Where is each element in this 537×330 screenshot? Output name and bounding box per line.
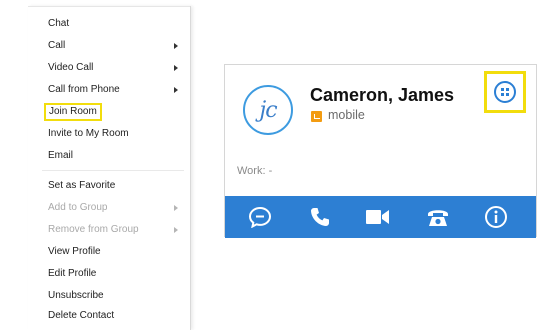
menu-top-border: [28, 6, 190, 7]
submenu-arrow-icon: [174, 87, 178, 93]
menu-item-chat[interactable]: Chat: [48, 16, 69, 32]
menu-item-video-call[interactable]: Video Call: [48, 60, 93, 76]
submenu-arrow-icon: [174, 205, 178, 211]
work-phone-label: Work: -: [237, 165, 273, 177]
contact-context-menu: Chat Call Video Call Call from Phone Joi…: [28, 6, 191, 330]
submenu-arrow-icon: [174, 227, 178, 233]
menu-item-view-profile[interactable]: View Profile: [48, 244, 101, 260]
menu-separator: [42, 170, 184, 171]
presence-status-text: mobile: [328, 108, 365, 122]
menu-item-call[interactable]: Call: [48, 38, 65, 54]
contact-card: jc Cameron, James mobile Work: -: [224, 64, 537, 238]
menu-item-unsubscribe[interactable]: Unsubscribe: [48, 288, 104, 304]
avatar[interactable]: jc: [243, 85, 293, 135]
chat-icon[interactable]: [247, 205, 273, 229]
menu-item-remove-from-group: Remove from Group: [48, 224, 139, 235]
contact-action-bar: [225, 196, 536, 238]
phone-icon[interactable]: [307, 205, 333, 229]
organization-button[interactable]: [484, 71, 526, 113]
menu-item-email[interactable]: Email: [48, 148, 73, 164]
menu-item-edit-profile[interactable]: Edit Profile: [48, 266, 96, 282]
avatar-initials: jc: [259, 97, 277, 123]
menu-item-set-as-favorite[interactable]: Set as Favorite: [48, 178, 115, 194]
presence-status-icon: [311, 111, 322, 122]
submenu-arrow-icon: [174, 43, 178, 49]
submenu-arrow-icon: [174, 65, 178, 71]
building-icon: [494, 81, 516, 103]
menu-item-add-to-group: Add to Group: [48, 202, 108, 213]
menu-item-invite-to-my-room[interactable]: Invite to My Room: [48, 126, 129, 142]
menu-item-join-room[interactable]: Join Room: [44, 103, 102, 121]
info-icon[interactable]: [483, 205, 509, 229]
menu-item-call-from-phone[interactable]: Call from Phone: [48, 82, 120, 98]
contact-name: Cameron, James: [310, 85, 455, 105]
desk-phone-icon[interactable]: [425, 205, 451, 229]
video-icon[interactable]: [365, 205, 391, 229]
